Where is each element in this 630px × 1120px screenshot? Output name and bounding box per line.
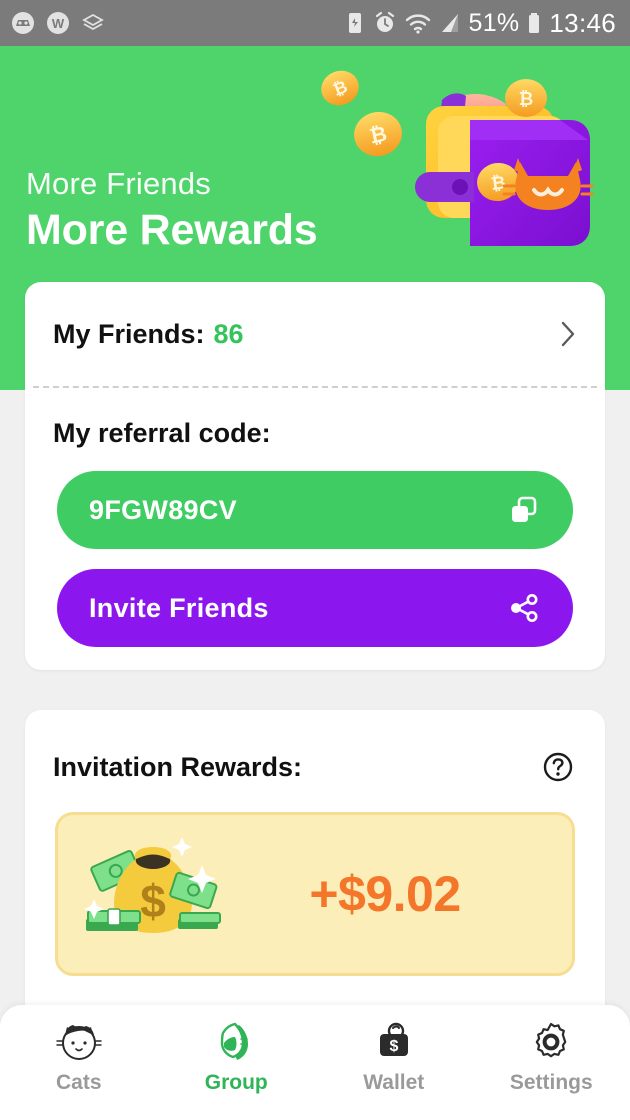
bottom-navigation-bar: Cats Group $ Wallet Settings xyxy=(0,1005,630,1120)
svg-text:₿: ₿ xyxy=(519,89,534,109)
promo-subtitle: More Friends xyxy=(26,166,212,201)
battery-saver-icon xyxy=(349,13,362,33)
copy-icon[interactable] xyxy=(507,493,541,527)
battery-icon xyxy=(529,13,540,33)
nav-label-cats: Cats xyxy=(55,1071,102,1094)
layers-icon xyxy=(82,13,104,31)
cat-face-icon xyxy=(56,1025,102,1060)
w-badge-icon: W xyxy=(47,12,69,34)
wallet-icon: $ xyxy=(379,1022,408,1056)
my-friends-text-group: My Friends: 86 xyxy=(53,319,244,350)
clock-label: 13:46 xyxy=(549,7,616,38)
gear-icon xyxy=(535,1022,567,1058)
referral-code-field[interactable]: 9FGW89CV xyxy=(57,471,573,549)
wifi-icon xyxy=(406,14,431,34)
referral-code-value: 9FGW89CV xyxy=(89,494,237,525)
money-bag-icon: $ xyxy=(84,837,221,933)
promo-title: More Rewards xyxy=(26,206,318,254)
nav-item-cats[interactable]: Cats xyxy=(0,1019,158,1095)
reward-amount-value: +$9.02 xyxy=(309,866,461,922)
referral-card: My Friends: 86 My referral code: 9FGW89C… xyxy=(25,282,605,670)
svg-text:W: W xyxy=(52,16,65,31)
nav-label-wallet: Wallet xyxy=(363,1071,425,1094)
status-bar: W 51% 13:46 xyxy=(0,0,630,46)
svg-text:$: $ xyxy=(389,1038,398,1055)
status-bar-left-icons: W xyxy=(10,10,106,36)
my-friends-count: 86 xyxy=(213,318,244,349)
invitation-rewards-header: Invitation Rewards: xyxy=(25,710,605,784)
my-friends-row[interactable]: My Friends: 86 xyxy=(25,282,605,386)
nav-label-group: Group xyxy=(204,1071,268,1094)
svg-text:₿: ₿ xyxy=(489,172,506,194)
game-controller-icon xyxy=(12,12,34,34)
svg-text:$: $ xyxy=(140,875,166,927)
nav-label-settings: Settings xyxy=(509,1071,593,1094)
invitation-rewards-title: Invitation Rewards: xyxy=(53,751,303,782)
referral-code-title: My referral code: xyxy=(53,418,271,448)
question-circle-icon[interactable] xyxy=(541,750,575,784)
chevron-right-icon[interactable] xyxy=(559,319,577,349)
nav-item-group[interactable]: Group xyxy=(158,1019,316,1095)
invite-friends-button[interactable]: Invite Friends xyxy=(57,569,573,647)
nav-item-wallet[interactable]: $ Wallet xyxy=(315,1019,473,1095)
share-icon xyxy=(511,594,538,622)
promo-header-text: More Friends More Rewards xyxy=(26,166,318,255)
bitcoin-wallet-cat-illustration: ₿ ₿ ₿ ₿ xyxy=(321,70,594,246)
status-bar-right-icons: 51% 13:46 xyxy=(344,8,616,39)
signal-icon xyxy=(442,14,459,32)
alarm-clock-icon xyxy=(376,11,395,32)
nav-item-settings[interactable]: Settings xyxy=(473,1019,630,1095)
invite-friends-label: Invite Friends xyxy=(89,592,269,623)
reward-amount-box: $ +$9.02 xyxy=(55,812,575,976)
battery-percent-label: 51% xyxy=(468,8,520,37)
my-friends-label: My Friends: xyxy=(53,318,205,349)
invitation-rewards-card: Invitation Rewards: $ +$9.02 xyxy=(25,710,605,1030)
cat-group-icon xyxy=(221,1022,249,1060)
